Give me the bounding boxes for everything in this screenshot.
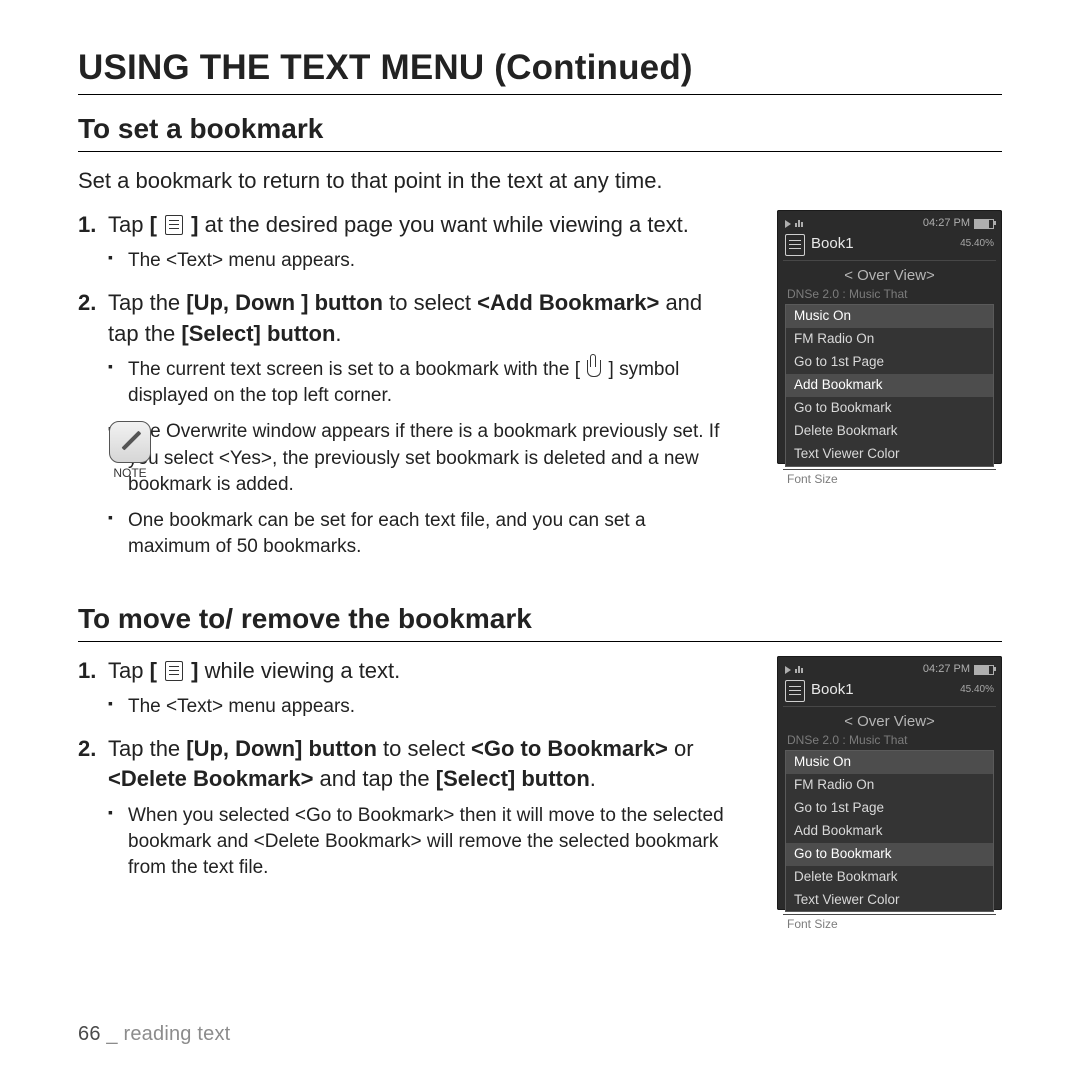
step-bold: [Select] button (181, 321, 335, 346)
section-set-bookmark: To set a bookmark Set a bookmark to retu… (78, 113, 1002, 575)
section-heading: To set a bookmark (78, 113, 1002, 145)
step-bold: [Up, Down] button (186, 736, 377, 761)
step-1: Tap [ ] while viewing a text. The <Text>… (78, 656, 1002, 721)
step-bold: [Select] button (436, 766, 590, 791)
step-text: Tap (108, 658, 150, 683)
footer-sep: _ (101, 1023, 124, 1045)
section-intro: Set a bookmark to return to that point i… (78, 166, 1002, 196)
note-text: The Overwrite window appears if there is… (128, 421, 719, 494)
step-text: to select (377, 736, 471, 761)
step-note-with-icon: NOTE The Overwrite window appears if the… (108, 419, 732, 498)
step-text: and tap the (313, 766, 435, 791)
menu-button-icon (165, 661, 183, 681)
step-text: while viewing a text. (199, 658, 401, 683)
step-text: to select (383, 290, 477, 315)
menu-item-text-viewer-color[interactable]: Text Viewer Color (786, 889, 993, 912)
note-text: The current text screen is set to a book… (128, 359, 575, 380)
step-text: . (590, 766, 596, 791)
step-text: at the desired page you want while viewi… (199, 212, 689, 237)
step-text: Tap the (108, 290, 186, 315)
step-1: Tap [ ] at the desired page you want whi… (78, 210, 1002, 275)
step-bold: <Add Bookmark> (477, 290, 659, 315)
step-note: The <Text> menu appears. (108, 694, 732, 720)
page-footer: 66 _ reading text (78, 1023, 230, 1046)
page-title-rule (78, 94, 1002, 95)
step-note: When you selected <Go to Bookmark> then … (108, 803, 732, 882)
step-bold: [Up, Down ] button (186, 290, 383, 315)
steps-list: Tap [ ] at the desired page you want whi… (78, 210, 1002, 561)
section-rule (78, 641, 1002, 642)
step-text: . (335, 321, 341, 346)
page-number: 66 (78, 1023, 101, 1045)
step-text: Tap the (108, 736, 186, 761)
step-2: Tap the [Up, Down] button to select <Go … (78, 734, 1002, 881)
section-move-remove-bookmark: To move to/ remove the bookmark 04:27 PM… (78, 603, 1002, 918)
footer-section-label: reading text (124, 1023, 231, 1045)
note-icon: NOTE (108, 421, 152, 482)
step-text: Tap (108, 212, 150, 237)
step-2: Tap the [Up, Down ] button to select <Ad… (78, 288, 1002, 560)
step-note: The <Text> menu appears. (108, 248, 732, 274)
step-note: The current text screen is set to a book… (108, 357, 732, 409)
ghost-text-bottom: Font Size (783, 914, 996, 934)
section-rule (78, 151, 1002, 152)
step-bold: <Go to Bookmark> (471, 736, 668, 761)
bookmark-symbol-icon (587, 360, 601, 377)
note-label: NOTE (113, 466, 146, 480)
step-bold: <Delete Bookmark> (108, 766, 313, 791)
step-note: One bookmark can be set for each text fi… (108, 508, 732, 560)
section-heading: To move to/ remove the bookmark (78, 603, 1002, 635)
step-text: or (668, 736, 694, 761)
page-title: USING THE TEXT MENU (Continued) (78, 48, 1002, 88)
steps-list: Tap [ ] while viewing a text. The <Text>… (78, 656, 1002, 882)
menu-button-icon (165, 215, 183, 235)
